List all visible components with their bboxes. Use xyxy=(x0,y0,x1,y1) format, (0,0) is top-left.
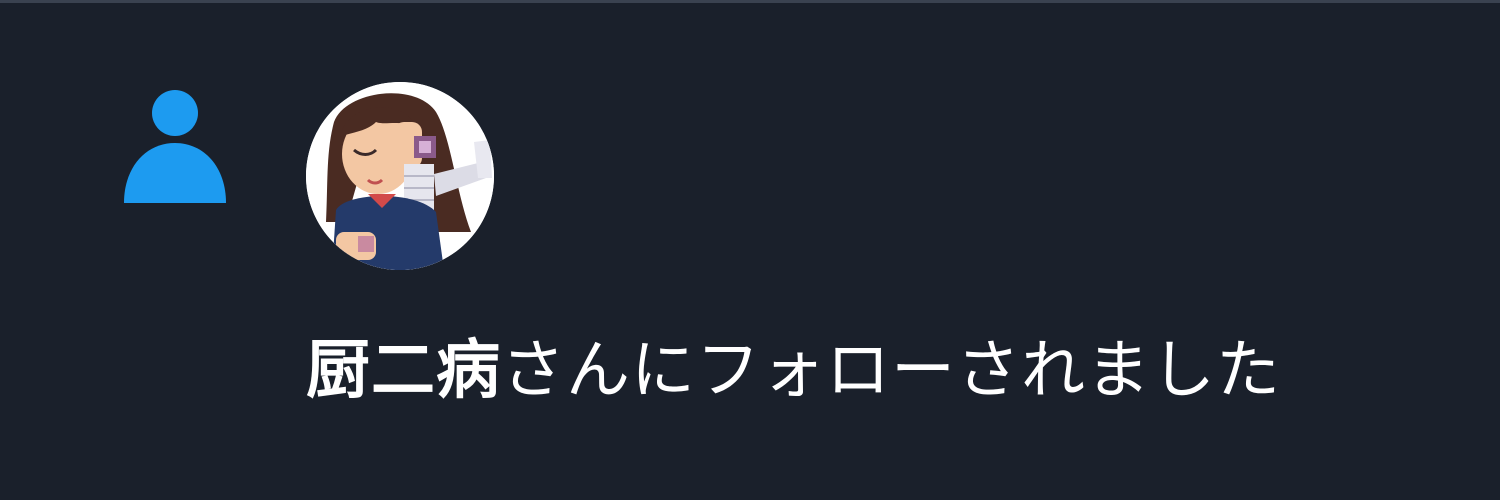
notification-text: 厨二病さんにフォローされました xyxy=(306,331,1281,411)
action-text: さんにフォローされました xyxy=(501,334,1281,408)
avatar[interactable] xyxy=(306,82,494,270)
user-name[interactable]: 厨二病 xyxy=(306,334,501,408)
person-icon xyxy=(122,89,228,207)
follow-notification[interactable]: 厨二病さんにフォローされました xyxy=(0,3,1500,500)
user-avatar-illustration xyxy=(306,82,494,270)
